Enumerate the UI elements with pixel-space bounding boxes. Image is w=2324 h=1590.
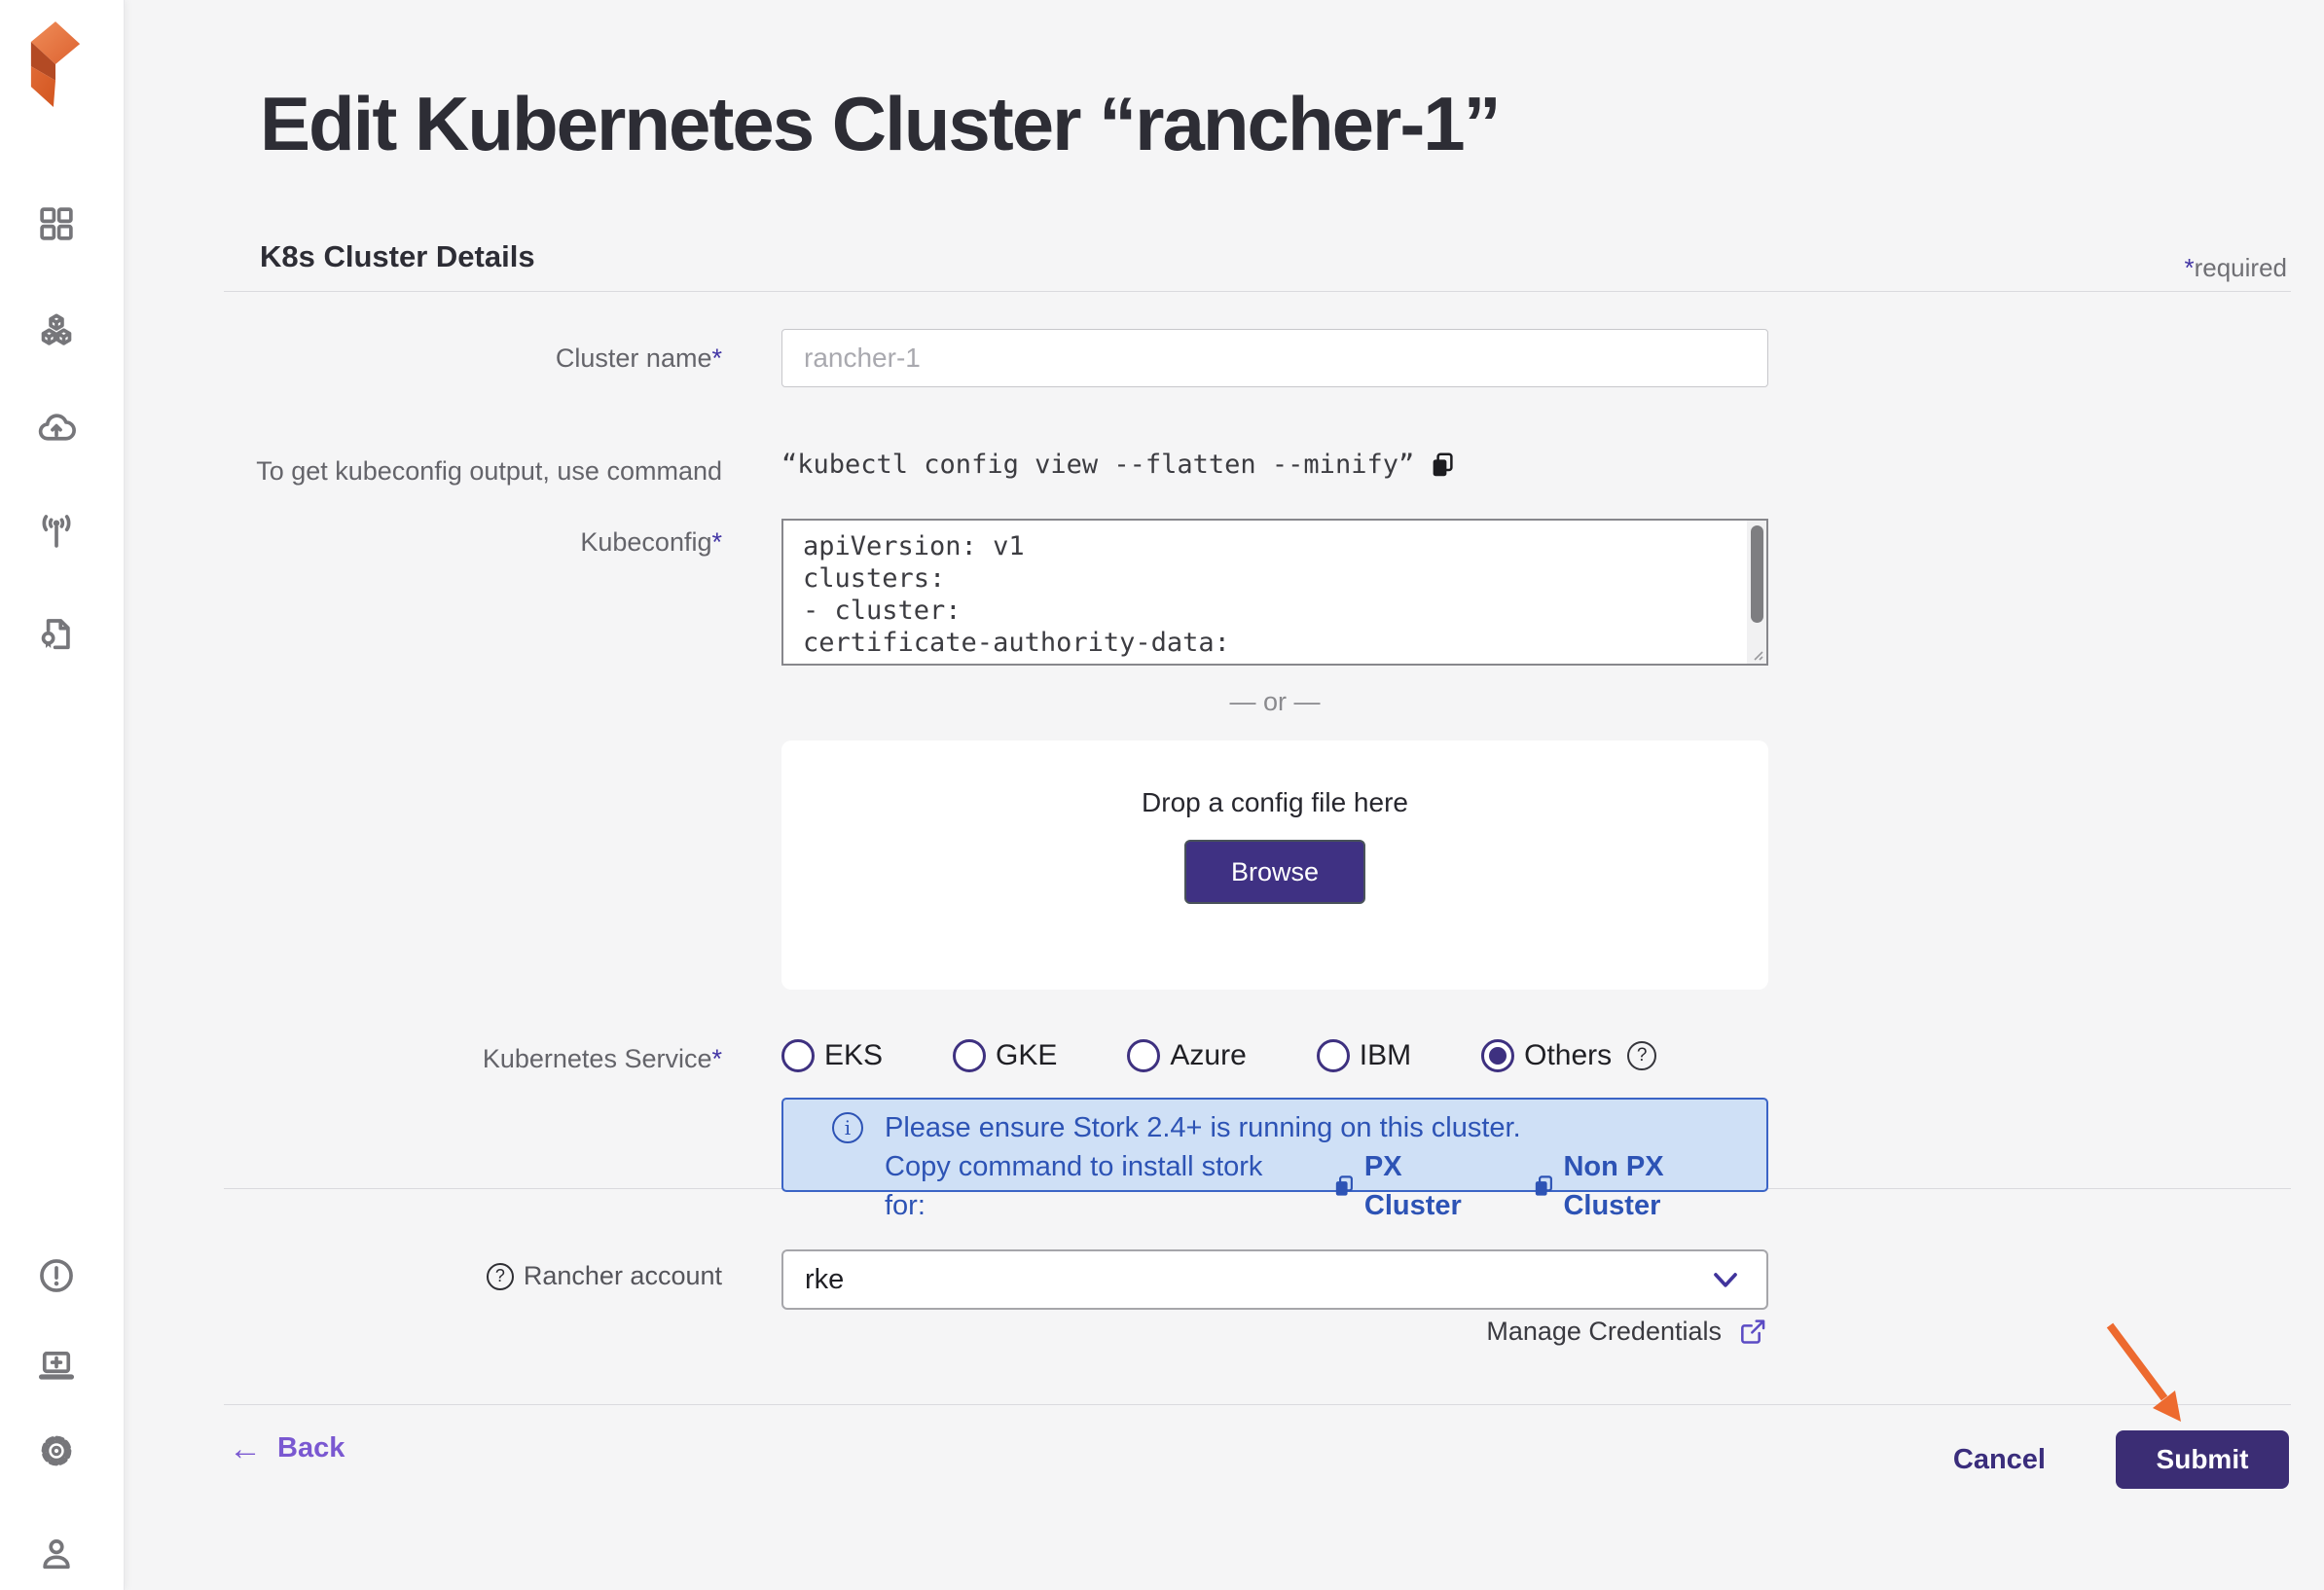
radio-circle	[1317, 1039, 1350, 1072]
rancher-account-select[interactable]: rke	[781, 1249, 1768, 1310]
external-link-icon	[1737, 1316, 1768, 1347]
grid-icon	[36, 203, 77, 244]
sidebar-item-settings[interactable]	[35, 1429, 78, 1472]
alert-circle-icon	[36, 1255, 77, 1296]
radio-circle	[953, 1039, 986, 1072]
cloud-upload-icon	[36, 410, 77, 451]
copy-icon	[1531, 1174, 1556, 1199]
cancel-button[interactable]: Cancel	[1953, 1444, 2046, 1476]
cluster-name-label: Cluster name*	[556, 342, 722, 375]
kubeconfig-label: Kubeconfig*	[580, 525, 722, 559]
config-dropzone[interactable]: Drop a config file here Browse	[781, 741, 1768, 990]
px-cluster-copy-link[interactable]: PX Cluster	[1331, 1147, 1506, 1225]
radio-others[interactable]: Others ?	[1481, 1039, 1656, 1072]
kubernetes-service-options: EKS GKE Azure IBM Others ?	[781, 1039, 1656, 1072]
section-divider	[224, 291, 2291, 292]
sidebar-item-license[interactable]	[35, 613, 78, 656]
stork-info-banner: i Please ensure Stork 2.4+ is running on…	[781, 1098, 1768, 1192]
gear-icon	[36, 1430, 77, 1471]
manage-credentials-link[interactable]: Manage Credentials	[1486, 1316, 1768, 1347]
sidebar-item-add-cluster[interactable]	[35, 1345, 78, 1388]
sidebar-item-alerts[interactable]	[35, 1254, 78, 1297]
sidebar	[0, 0, 125, 1590]
banner-line1: Please ensure Stork 2.4+ is running on t…	[885, 1108, 1766, 1147]
radio-circle	[781, 1039, 815, 1072]
radio-gke[interactable]: GKE	[953, 1039, 1057, 1072]
radio-azure[interactable]: Azure	[1127, 1039, 1246, 1072]
copy-icon	[1331, 1174, 1357, 1199]
kubernetes-service-label: Kubernetes Service*	[483, 1042, 722, 1075]
chevron-down-icon	[1706, 1260, 1745, 1299]
page-title: Edit Kubernetes Cluster “rancher-1”	[260, 80, 1500, 168]
back-arrow-icon: ←	[229, 1434, 262, 1464]
dropzone-text: Drop a config file here	[781, 787, 1768, 818]
resize-handle-icon[interactable]	[1749, 646, 1764, 662]
radio-circle	[1481, 1039, 1514, 1072]
broadcast-antenna-icon	[36, 511, 77, 552]
info-icon: i	[832, 1112, 863, 1143]
footer-actions: Cancel Submit	[1953, 1430, 2289, 1489]
non-px-cluster-copy-link[interactable]: Non PX Cluster	[1531, 1147, 1766, 1225]
sidebar-item-clusters[interactable]	[35, 310, 78, 353]
certificate-icon	[36, 614, 77, 655]
user-icon	[36, 1534, 77, 1574]
sidebar-item-monitoring[interactable]	[35, 510, 78, 553]
browse-button[interactable]: Browse	[1184, 840, 1365, 904]
sidebar-item-profile[interactable]	[35, 1533, 78, 1575]
sidebar-item-upload[interactable]	[35, 409, 78, 452]
radio-ibm[interactable]: IBM	[1317, 1039, 1411, 1072]
radio-eks[interactable]: EKS	[781, 1039, 883, 1072]
section-heading: K8s Cluster Details	[260, 239, 535, 274]
rancher-help-icon[interactable]: ?	[487, 1263, 514, 1290]
footer-divider	[224, 1404, 2291, 1405]
others-help-icon[interactable]: ?	[1627, 1041, 1656, 1070]
rancher-account-value: rke	[805, 1264, 844, 1296]
banner-line2: Copy command to install stork for: PX Cl…	[885, 1147, 1766, 1225]
back-link[interactable]: ← Back	[229, 1432, 345, 1464]
kubeconfig-scrollbar-thumb[interactable]	[1751, 525, 1763, 623]
submit-button[interactable]: Submit	[2116, 1430, 2289, 1489]
radio-circle	[1127, 1039, 1160, 1072]
portworx-logo-icon[interactable]	[29, 19, 82, 107]
kubeconfig-scrollbar[interactable]	[1747, 521, 1766, 664]
sidebar-item-dashboard[interactable]	[35, 202, 78, 245]
required-note: *required	[2184, 253, 2287, 283]
cubes-icon	[36, 311, 77, 352]
kubeconfig-textarea[interactable]: apiVersion: v1 clusters: - cluster: cert…	[781, 519, 1768, 666]
kubeconfig-command-label: To get kubeconfig output, use command	[256, 454, 722, 488]
main-content: Edit Kubernetes Cluster “rancher-1” K8s …	[125, 0, 2324, 1590]
rancher-account-label: ? Rancher account	[487, 1261, 722, 1291]
kubeconfig-text: apiVersion: v1 clusters: - cluster: cert…	[803, 530, 1727, 660]
kubeconfig-command-text: “kubectl config view --flatten --minify”	[781, 450, 1414, 480]
laptop-plus-icon	[36, 1346, 77, 1387]
cluster-name-input[interactable]	[781, 329, 1768, 387]
copy-command-icon[interactable]	[1428, 451, 1457, 480]
or-divider: — or —	[781, 687, 1768, 717]
kubeconfig-command-row: “kubectl config view --flatten --minify”	[781, 450, 1457, 480]
